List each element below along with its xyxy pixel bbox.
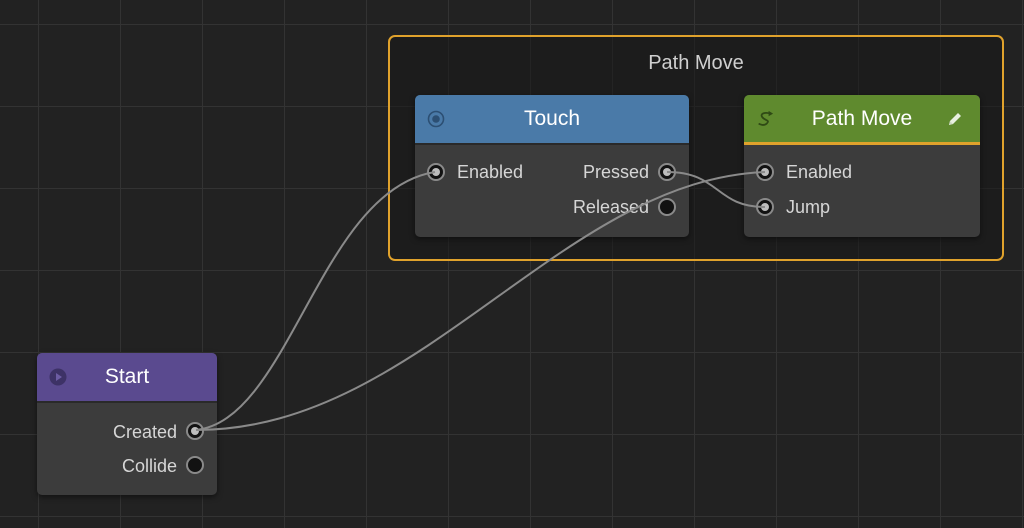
touch-released-label: Released [572,197,649,217]
node-path-move[interactable]: Path Move Enabled Jump [744,95,980,237]
pencil-icon[interactable] [946,110,964,128]
target-icon [427,110,445,128]
node-touch-title: Touch [523,107,581,130]
path-move-enabled-label: Enabled [786,162,853,182]
group-title: Path Move [648,52,744,74]
node-touch-header[interactable]: Touch [415,95,689,145]
start-created-label: Created [112,422,177,442]
touch-pressed-label: Pressed [582,162,649,182]
node-path-move-header[interactable]: Path Move [744,95,980,145]
touch-enabled-port[interactable] [427,163,445,181]
start-collide-port[interactable] [186,456,204,474]
start-created-port[interactable] [186,422,204,440]
play-icon [49,368,67,386]
node-start-header[interactable]: Start [37,353,217,403]
node-touch[interactable]: Touch Enabled Pressed Released [415,95,689,237]
path-move-jump-label: Jump [786,197,831,217]
path-move-jump-port[interactable] [756,198,774,216]
touch-released-port[interactable] [658,198,676,216]
path-icon [756,110,774,128]
touch-pressed-port[interactable] [658,163,676,181]
path-move-enabled-port[interactable] [756,163,774,181]
start-collide-label: Collide [121,456,177,476]
node-start[interactable]: Start Created Collide [37,353,217,495]
node-start-title: Start [104,365,150,388]
touch-enabled-label: Enabled [457,162,524,182]
node-path-move-title: Path Move [811,106,913,130]
